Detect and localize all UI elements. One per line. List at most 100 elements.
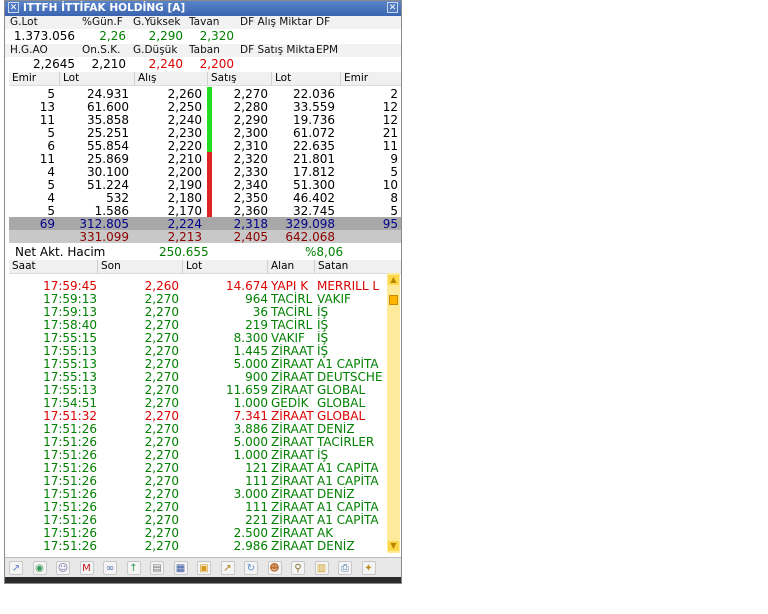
trade-row[interactable]: 17:51:26 2,270 3.886 ZİRAAT DENİZ: [9, 422, 387, 436]
trade-row[interactable]: 17:51:26 2,270 2.986 ZİRAAT DENİZ: [9, 539, 387, 553]
magnifier-icon[interactable]: ⚲: [291, 561, 305, 575]
col-lot-sell[interactable]: Lot: [271, 72, 291, 85]
grid-icon[interactable]: ▦: [173, 561, 188, 575]
trade-time: 17:51:26: [43, 435, 97, 449]
trade-seller: A1 CAPİTA: [317, 474, 379, 488]
depth-row[interactable]: 11 25.869 2,210 2,320 21.801 9: [9, 152, 401, 166]
trade-row[interactable]: 17:51:26 2,270 2.500 ZİRAAT AK: [9, 526, 387, 540]
trade-row[interactable]: 17:59:45 2,260 14.674 YAPI K MERRILL L: [9, 279, 387, 293]
trade-row[interactable]: 17:55:13 2,270 5.000 ZİRAAT A1 CAPİTA: [9, 357, 387, 371]
refresh-icon[interactable]: ↻: [244, 561, 258, 575]
trade-row[interactable]: 17:59:13 2,270 36 TACİRL İŞ: [9, 305, 387, 319]
trade-row[interactable]: 17:51:26 2,270 111 ZİRAAT A1 CAPİTA: [9, 474, 387, 488]
trade-row[interactable]: 17:51:26 2,270 1.000 ZİRAAT İŞ: [9, 448, 387, 462]
trades-list[interactable]: 17:59:45 2,260 14.674 YAPI K MERRILL L 17:59:…: [9, 273, 387, 553]
trade-time: 17:51:26: [43, 513, 97, 527]
trade-row[interactable]: 17:55:13 2,270 1.445 ZİRAAT İŞ: [9, 344, 387, 358]
trade-price: 2,270: [144, 461, 179, 475]
depth-cell: 22.036: [293, 87, 335, 101]
trade-time: 17:51:32: [43, 409, 97, 423]
trade-row[interactable]: 17:51:26 2,270 221 ZİRAAT A1 CAPİTA: [9, 513, 387, 527]
depth-row[interactable]: 5 1.586 2,170 2,360 32.745 5: [9, 204, 401, 218]
link-icon[interactable]: ∞: [103, 561, 117, 575]
depth-row[interactable]: 6 55.854 2,220 2,310 22.635 11: [9, 139, 401, 153]
group-icon[interactable]: ☻: [267, 561, 282, 575]
depth-cell: 2,310: [233, 139, 268, 153]
col-emir-buy[interactable]: Emir: [9, 72, 36, 85]
people-icon[interactable]: ☺: [56, 561, 70, 575]
label-df-satis: DF Satış Mikta: [240, 44, 316, 56]
depth-cell: 12: [382, 100, 398, 114]
depth-row[interactable]: 11 35.858 2,240 2,290 19.736 12: [9, 113, 401, 127]
trade-time: 17:59:13: [43, 292, 97, 306]
trade-seller: GLOBAL: [317, 409, 366, 423]
calculator-icon[interactable]: ▣: [197, 561, 211, 575]
trade-seller: İŞ: [317, 448, 329, 462]
depth-cell: 9: [390, 152, 398, 166]
col-satis[interactable]: Satış: [207, 72, 237, 85]
col-alis[interactable]: Alış: [134, 72, 157, 85]
chart-icon[interactable]: ↗: [9, 561, 23, 575]
avg-cell: 2,405: [233, 230, 268, 244]
trade-lot: 5.000: [233, 357, 268, 371]
scroll-thumb[interactable]: [389, 295, 398, 305]
value-gdusuk: 2,240: [148, 57, 183, 71]
net-label: Net Akt. Hacim: [15, 245, 106, 259]
trade-row[interactable]: 17:51:32 2,270 7.341 ZİRAAT GLOBAL: [9, 409, 387, 423]
trade-time: 17:51:26: [43, 539, 97, 553]
document-icon[interactable]: ▤: [150, 561, 164, 575]
globe-icon[interactable]: ◉: [32, 561, 47, 575]
depth-row[interactable]: 5 51.224 2,190 2,340 51.300 10: [9, 178, 401, 192]
depth-row[interactable]: 4 30.100 2,200 2,330 17.812 5: [9, 165, 401, 179]
trade-row[interactable]: 17:58:40 2,270 219 TACİRL İŞ: [9, 318, 387, 332]
trade-row[interactable]: 17:59:13 2,270 964 TACİRL VAKIF: [9, 292, 387, 306]
col-lot-buy[interactable]: Lot: [59, 72, 79, 85]
col-emir-sell[interactable]: Emir: [340, 72, 368, 85]
depth-cell: 4: [47, 165, 55, 179]
close-icon[interactable]: ✕: [8, 2, 19, 13]
close-window-button[interactable]: ✕: [387, 2, 398, 13]
depth-row[interactable]: 13 61.600 2,250 2,280 33.559 12: [9, 100, 401, 114]
m-logo-icon[interactable]: M: [79, 561, 94, 575]
trade-row[interactable]: 17:51:26 2,270 111 ZİRAAT A1 CAPİTA: [9, 500, 387, 514]
col-alan[interactable]: Alan: [267, 260, 294, 273]
trade-row[interactable]: 17:54:51 2,270 1.000 GEDİK GLOBAL: [9, 396, 387, 410]
label-df: DF: [316, 16, 331, 28]
trade-row[interactable]: 17:51:26 2,270 121 ZİRAAT A1 CAPİTA: [9, 461, 387, 475]
trades-scrollbar[interactable]: ▲ ▼: [387, 273, 400, 553]
trade-row[interactable]: 17:51:26 2,270 3.000 ZİRAAT DENİZ: [9, 487, 387, 501]
trade-row[interactable]: 17:55:13 2,270 11.659 ZİRAAT GLOBAL: [9, 383, 387, 397]
depth-row[interactable]: 4 532 2,180 2,350 46.402 8: [9, 191, 401, 205]
depth-cell: 1.586: [94, 204, 129, 218]
depth-cell: 2,260: [167, 87, 202, 101]
depth-cell: 2,360: [233, 204, 268, 218]
label-tavan: Tavan: [189, 16, 220, 28]
trade-row[interactable]: 17:55:13 2,270 900 ZİRAAT DEUTSCHE: [9, 370, 387, 384]
depth-cell: 33.559: [293, 100, 335, 114]
col-saat[interactable]: Saat: [9, 260, 36, 273]
bars-icon[interactable]: ▥: [314, 561, 329, 575]
sum-cell: 312.805: [79, 217, 129, 231]
sum-cell: 69: [39, 217, 55, 231]
arrow-up-icon[interactable]: ↑: [126, 561, 141, 575]
trade-row[interactable]: 17:51:26 2,270 5.000 ZİRAAT TACİRLER: [9, 435, 387, 449]
depth-cell: 2,210: [167, 152, 202, 166]
depth-cell: 11: [39, 152, 55, 166]
col-son[interactable]: Son: [97, 260, 121, 273]
scroll-down-icon[interactable]: ▼: [388, 541, 399, 551]
trade-lot: 8.300: [233, 331, 268, 345]
trade-lot: 221: [245, 513, 268, 527]
title-bar[interactable]: ✕ ITTFH İTTİFAK HOLDİNG [A] ✕: [5, 1, 401, 16]
line-chart-icon[interactable]: ↗: [220, 561, 235, 575]
depth-row[interactable]: 5 24.931 2,260 2,270 22.036 2: [9, 87, 401, 101]
trade-row[interactable]: 17:55:15 2,270 8.300 VAKIF İŞ: [9, 331, 387, 345]
print-icon[interactable]: ⎙: [338, 561, 352, 575]
scroll-up-icon[interactable]: ▲: [388, 275, 399, 285]
depth-row[interactable]: 5 25.251 2,230 2,300 61.072 21: [9, 126, 401, 140]
trade-buyer: ZİRAAT: [271, 448, 314, 462]
trade-lot: 7.341: [233, 409, 268, 423]
star-tool-icon[interactable]: ✦: [361, 561, 376, 575]
col-lot[interactable]: Lot: [182, 260, 202, 273]
col-satan[interactable]: Satan: [314, 260, 348, 273]
trade-lot: 11.659: [226, 383, 268, 397]
